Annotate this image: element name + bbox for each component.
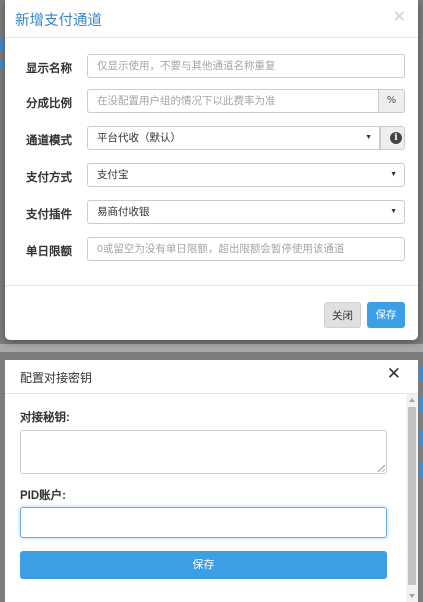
daily-limit-input[interactable]: 0或留空为没有单日限额，超出限额会暂停使用该通道 [87,237,405,261]
field-label: 单日限额 [26,246,72,258]
close-icon[interactable]: ✕ [387,366,401,383]
form-row-share-ratio: 分成比例 在没配置用户组的情况下以此费率为准 % [5,89,418,115]
channel-mode-info-button[interactable]: i [380,126,405,150]
configure-key-modal: 配置对接密钥 ✕ 对接秘钥: PID账户: 保存 [5,360,418,602]
select-value: 平台代收（默认） [97,132,181,144]
pid-input[interactable] [20,507,387,538]
chevron-down-icon: ▼ [365,134,372,141]
chevron-down-icon: ▼ [390,171,397,178]
field-label: 通道模式 [26,135,72,147]
form-row-daily-limit: 单日限额 0或留空为没有单日限额，超出限额会暂停使用该通道 [5,237,418,263]
background-page-edge [0,60,4,70]
scroll-up-icon[interactable] [409,398,415,402]
form-row-display-name: 显示名称 仅显示使用，不要与其他通道名称重复 [5,54,418,80]
percent-addon: % [378,89,405,113]
pay-plugin-select[interactable]: 易商付收银 ▼ [87,200,405,224]
modal-header: 配置对接密钥 ✕ [5,360,418,394]
field-label: 显示名称 [26,63,72,75]
background-page-edge [419,396,423,412]
modal-title: 新增支付通道 [15,13,102,29]
display-name-input[interactable]: 仅显示使用，不要与其他通道名称重复 [87,54,405,78]
pay-method-select[interactable]: 支付宝 ▼ [87,163,405,187]
background-page-edge [419,366,423,382]
vertical-scrollbar[interactable] [406,394,418,602]
form-row-pay-method: 支付方式 支付宝 ▼ [5,163,418,189]
select-value: 支付宝 [97,169,129,181]
resize-handle-icon[interactable] [378,465,385,472]
form-row-pay-plugin: 支付插件 易商付收银 ▼ [5,200,418,226]
scroll-down-icon[interactable] [409,594,415,598]
info-icon: i [390,132,402,144]
background-page-edge [0,344,423,352]
background-page-edge [419,462,423,478]
secret-label: 对接秘钥: [20,412,70,424]
close-button[interactable]: 关闭 [324,302,361,328]
save-key-button[interactable]: 保存 [20,551,387,579]
background-page-edge [419,430,423,446]
field-label: 支付插件 [26,209,72,221]
secret-textarea[interactable] [20,430,387,474]
close-icon[interactable]: × [393,8,406,24]
select-value: 易商付收银 [97,206,150,218]
field-label: 分成比例 [26,98,72,110]
field-label: 支付方式 [26,172,72,184]
save-button[interactable]: 保存 [367,302,405,328]
channel-mode-select[interactable]: 平台代收（默认） ▼ [87,126,380,150]
scrollbar-thumb[interactable] [408,407,416,585]
pid-label: PID账户: [20,490,66,502]
background-page-edge [0,38,4,52]
form-row-channel-mode: 通道模式 平台代收（默认） ▼ i [5,126,418,152]
chevron-down-icon: ▼ [390,208,397,215]
modal-footer: 关闭 保存 [5,285,418,340]
modal-header: 新增支付通道 × [5,0,418,38]
modal-title: 配置对接密钥 [20,371,93,385]
add-channel-modal: 新增支付通道 × 显示名称 仅显示使用，不要与其他通道名称重复 分成比例 在没配… [5,0,418,340]
share-ratio-input[interactable]: 在没配置用户组的情况下以此费率为准 [87,89,379,113]
